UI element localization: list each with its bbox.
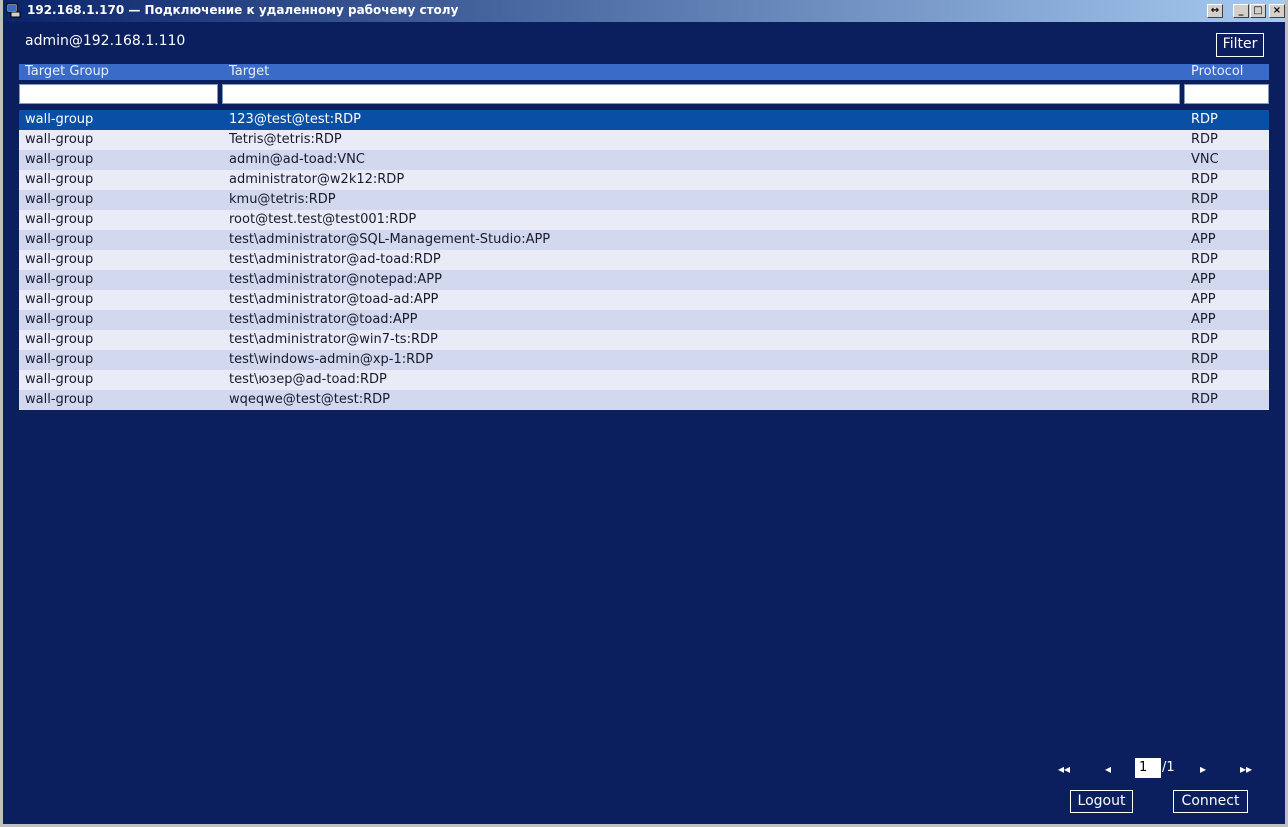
filter-button[interactable]: Filter bbox=[1216, 33, 1264, 57]
remote-desktop-icon bbox=[6, 3, 21, 18]
table-row[interactable]: wall-group wqeqwe@test@test:RDP RDP bbox=[19, 390, 1269, 410]
table-row[interactable]: wall-group test\юзер@ad-toad:RDP RDP bbox=[19, 370, 1269, 390]
logged-in-user: admin@192.168.1.110 bbox=[25, 33, 186, 49]
window-title: 192.168.1.170 — Подключение к удаленному… bbox=[27, 3, 459, 17]
target-cell: administrator@w2k12:RDP bbox=[229, 172, 405, 187]
table-row[interactable]: wall-group test\administrator@ad-toad:RDP… bbox=[19, 250, 1269, 270]
target-cell: wqeqwe@test@test:RDP bbox=[229, 392, 390, 407]
maximize-button[interactable]: □ bbox=[1250, 4, 1266, 18]
column-header-protocol[interactable]: Protocol bbox=[1191, 64, 1243, 80]
target-group-cell: wall-group bbox=[25, 172, 94, 187]
last-page-icon[interactable]: ▸▸ bbox=[1235, 759, 1257, 779]
table-row[interactable]: wall-group test\windows-admin@xp-1:RDP RDP bbox=[19, 350, 1269, 370]
page-number-input[interactable]: 1 bbox=[1135, 758, 1161, 778]
table-row[interactable]: wall-group test\administrator@toad:APP APP bbox=[19, 310, 1269, 330]
target-cell: test\administrator@toad-ad:APP bbox=[229, 292, 439, 307]
first-page-icon[interactable]: ◂◂ bbox=[1053, 759, 1075, 779]
column-header-target-group[interactable]: Target Group bbox=[25, 64, 109, 80]
protocol-cell: APP bbox=[1191, 312, 1216, 327]
table-row[interactable]: wall-group root@test.test@test001:RDP RDP bbox=[19, 210, 1269, 230]
protocol-cell: RDP bbox=[1191, 392, 1218, 407]
protocol-cell: APP bbox=[1191, 292, 1216, 307]
connect-button[interactable]: Connect bbox=[1173, 790, 1248, 813]
target-cell: kmu@tetris:RDP bbox=[229, 192, 336, 207]
table-row[interactable]: wall-group admin@ad-toad:VNC VNC bbox=[19, 150, 1269, 170]
target-group-cell: wall-group bbox=[25, 272, 94, 287]
protocol-cell: RDP bbox=[1191, 352, 1218, 367]
close-button[interactable]: × bbox=[1269, 4, 1285, 18]
target-group-cell: wall-group bbox=[25, 232, 94, 247]
table-row[interactable]: wall-group test\administrator@SQL-Managem… bbox=[19, 230, 1269, 250]
target-cell: test\administrator@win7-ts:RDP bbox=[229, 332, 438, 347]
target-group-cell: wall-group bbox=[25, 312, 94, 327]
protocol-cell: RDP bbox=[1191, 192, 1218, 207]
target-group-cell: wall-group bbox=[25, 252, 94, 267]
target-group-cell: wall-group bbox=[25, 132, 94, 147]
table-row[interactable]: wall-group test\administrator@toad-ad:APP… bbox=[19, 290, 1269, 310]
target-group-cell: wall-group bbox=[25, 292, 94, 307]
protocol-cell: APP bbox=[1191, 232, 1216, 247]
page-total: /1 bbox=[1162, 760, 1175, 775]
table-row[interactable]: wall-group Tetris@tetris:RDP RDP bbox=[19, 130, 1269, 150]
protocol-cell: RDP bbox=[1191, 172, 1218, 187]
target-cell: test\windows-admin@xp-1:RDP bbox=[229, 352, 434, 367]
logout-button[interactable]: Logout bbox=[1070, 790, 1133, 813]
next-page-icon[interactable]: ▸ bbox=[1192, 759, 1214, 779]
table-header: Target Group Target Protocol bbox=[19, 64, 1269, 80]
protocol-filter-input[interactable] bbox=[1184, 84, 1269, 104]
target-group-cell: wall-group bbox=[25, 372, 94, 387]
target-cell: root@test.test@test001:RDP bbox=[229, 212, 417, 227]
target-cell: 123@test@test:RDP bbox=[229, 112, 362, 127]
column-header-target[interactable]: Target bbox=[229, 64, 269, 80]
protocol-cell: RDP bbox=[1191, 252, 1218, 267]
target-list: wall-group 123@test@test:RDP RDP wall-group… bbox=[19, 110, 1269, 410]
rdp-window: 192.168.1.170 — Подключение к удаленному… bbox=[0, 0, 1288, 827]
target-cell: test\administrator@notepad:APP bbox=[229, 272, 442, 287]
protocol-cell: RDP bbox=[1191, 132, 1218, 147]
target-group-cell: wall-group bbox=[25, 112, 94, 127]
protocol-cell: RDP bbox=[1191, 332, 1218, 347]
target-cell: Tetris@tetris:RDP bbox=[229, 132, 342, 147]
target-group-filter-input[interactable] bbox=[19, 84, 218, 104]
table-row[interactable]: wall-group kmu@tetris:RDP RDP bbox=[19, 190, 1269, 210]
target-cell: admin@ad-toad:VNC bbox=[229, 152, 365, 167]
target-group-cell: wall-group bbox=[25, 392, 94, 407]
table-row[interactable]: wall-group 123@test@test:RDP RDP bbox=[19, 110, 1269, 130]
minimize-button[interactable]: _ bbox=[1233, 4, 1249, 18]
protocol-cell: RDP bbox=[1191, 112, 1218, 127]
target-filter-input[interactable] bbox=[222, 84, 1180, 104]
protocol-cell: APP bbox=[1191, 272, 1216, 287]
table-row[interactable]: wall-group test\administrator@notepad:APP… bbox=[19, 270, 1269, 290]
remote-session-content: admin@192.168.1.110 Filter Target Group … bbox=[3, 22, 1285, 824]
target-group-cell: wall-group bbox=[25, 332, 94, 347]
target-cell: test\administrator@SQL-Management-Studio… bbox=[229, 232, 551, 247]
target-cell: test\administrator@toad:APP bbox=[229, 312, 418, 327]
target-group-cell: wall-group bbox=[25, 352, 94, 367]
target-group-cell: wall-group bbox=[25, 152, 94, 167]
protocol-cell: RDP bbox=[1191, 372, 1218, 387]
restore-size-button[interactable]: ↔ bbox=[1207, 4, 1223, 18]
target-cell: test\юзер@ad-toad:RDP bbox=[229, 372, 387, 387]
table-row[interactable]: wall-group administrator@w2k12:RDP RDP bbox=[19, 170, 1269, 190]
target-group-cell: wall-group bbox=[25, 212, 94, 227]
target-cell: test\administrator@ad-toad:RDP bbox=[229, 252, 441, 267]
title-bar: 192.168.1.170 — Подключение к удаленному… bbox=[3, 0, 1285, 22]
protocol-cell: RDP bbox=[1191, 212, 1218, 227]
target-group-cell: wall-group bbox=[25, 192, 94, 207]
previous-page-icon[interactable]: ◂ bbox=[1097, 759, 1119, 779]
protocol-cell: VNC bbox=[1191, 152, 1219, 167]
table-row[interactable]: wall-group test\administrator@win7-ts:RDP… bbox=[19, 330, 1269, 350]
